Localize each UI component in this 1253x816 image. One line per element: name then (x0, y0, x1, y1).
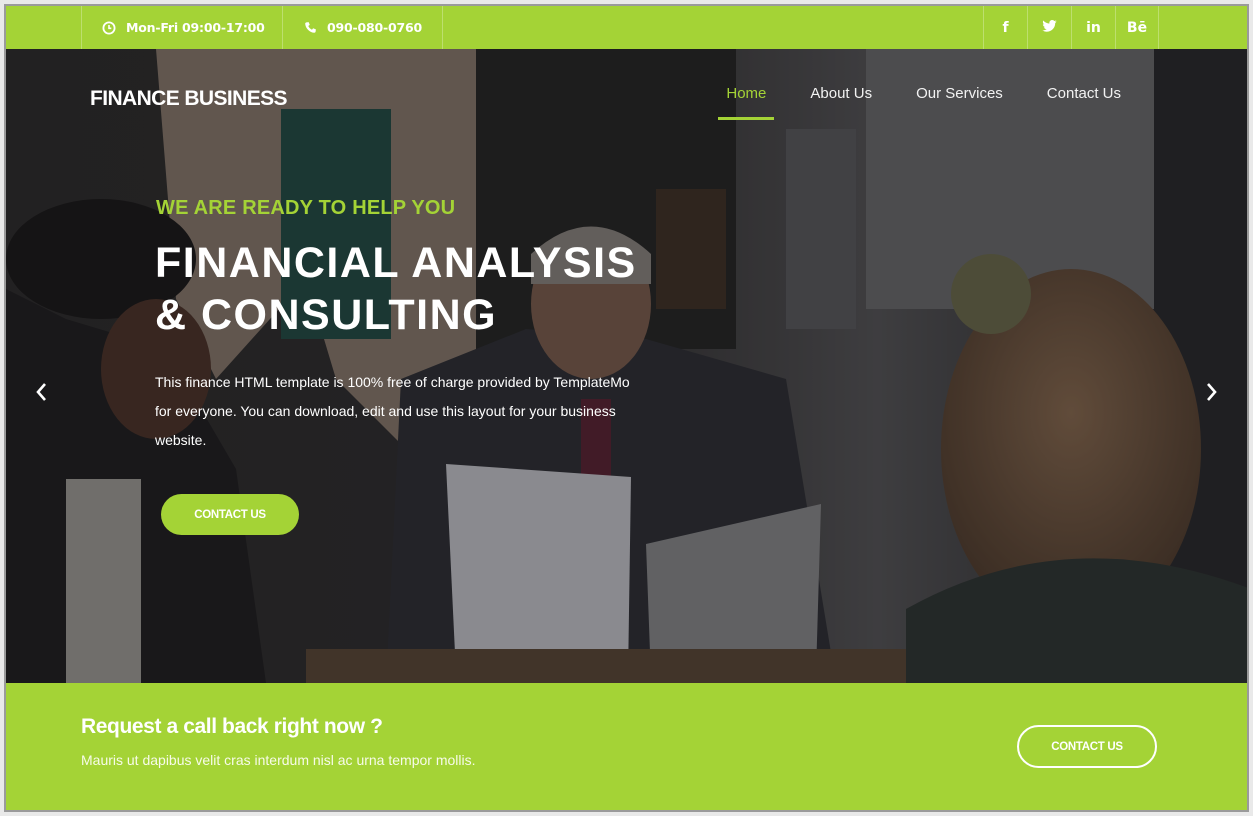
brand-logo[interactable]: FINANCE BUSINESS (90, 87, 288, 111)
hero-description-line2: for everyone. You can download, edit and… (155, 403, 616, 419)
phone-icon (303, 21, 317, 35)
behance-link[interactable]: Bē (1115, 6, 1159, 49)
page-frame: Mon-Fri 09:00-17:00 090-080-0760 f in Bē (4, 4, 1249, 812)
callback-section: Request a call back right now ? Mauris u… (6, 683, 1247, 810)
phone-number[interactable]: 090-080-0760 (282, 6, 443, 49)
hero-headline-line1: FINANCIAL ANALYSIS (155, 239, 637, 287)
hero-headline: FINANCIAL ANALYSIS & CONSULTING (155, 237, 637, 341)
hero-headline-line2: & CONSULTING (155, 291, 498, 339)
hero-slider: FINANCE BUSINESS Home About Us Our Servi… (6, 49, 1247, 683)
nav-our-services[interactable]: Our Services (894, 85, 1025, 121)
twitter-link[interactable] (1027, 6, 1071, 49)
behance-icon: Bē (1126, 19, 1148, 36)
nav-home[interactable]: Home (704, 85, 788, 121)
hero-overlay (6, 49, 1247, 683)
slider-next-button[interactable] (1197, 379, 1227, 409)
top-bar: Mon-Fri 09:00-17:00 090-080-0760 f in Bē (6, 6, 1247, 49)
phone-number-text: 090-080-0760 (327, 20, 422, 35)
slider-prev-button[interactable] (26, 379, 56, 409)
business-hours-text: Mon-Fri 09:00-17:00 (126, 20, 265, 35)
hero-description-line3: website. (155, 432, 207, 448)
hero-contact-button[interactable]: CONTACT US (161, 494, 299, 535)
chevron-right-icon (1205, 381, 1219, 407)
hero-description: This finance HTML template is 100% free … (155, 368, 715, 455)
linkedin-icon: in (1086, 19, 1101, 36)
hero-description-line1: This finance HTML template is 100% free … (155, 374, 630, 390)
main-nav: Home About Us Our Services Contact Us (704, 85, 1143, 121)
clock-icon (102, 21, 116, 35)
chevron-left-icon (34, 381, 48, 407)
linkedin-link[interactable]: in (1071, 6, 1115, 49)
callback-subtitle: Mauris ut dapibus velit cras interdum ni… (81, 752, 476, 768)
social-links: f in Bē (983, 6, 1159, 49)
business-hours: Mon-Fri 09:00-17:00 (81, 6, 282, 49)
hero-kicker: WE ARE READY TO HELP YOU (156, 197, 456, 219)
callback-title: Request a call back right now ? (81, 715, 383, 738)
twitter-icon (1042, 19, 1057, 36)
nav-contact-us[interactable]: Contact Us (1025, 85, 1143, 121)
facebook-link[interactable]: f (983, 6, 1027, 49)
callback-contact-button[interactable]: CONTACT US (1017, 725, 1157, 768)
nav-about-us[interactable]: About Us (788, 85, 894, 121)
facebook-icon: f (1002, 19, 1009, 36)
